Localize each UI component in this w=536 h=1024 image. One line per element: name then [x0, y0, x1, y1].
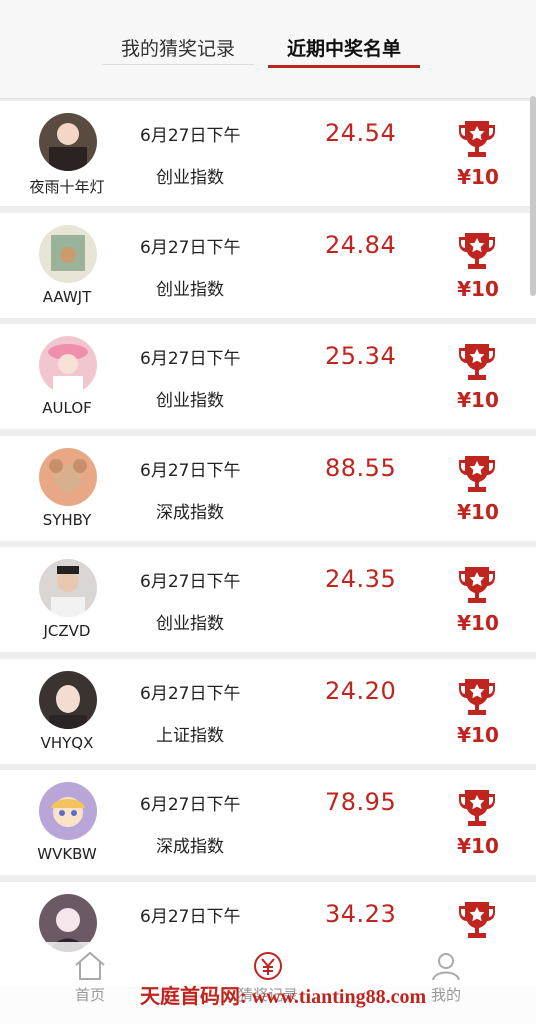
list-item[interactable]: VHYQX 6月27日下午 上证指数 24.20 ¥10: [0, 658, 536, 764]
index-label: 深成指数: [156, 502, 224, 523]
list-item[interactable]: 夜雨十年灯 6月27日下午 创业指数 24.54 ¥10: [0, 101, 536, 206]
avatar: [39, 782, 97, 840]
tab-bar: 我的猜奖记录 近期中奖名单: [0, 0, 536, 99]
prize-amount: ¥10: [457, 722, 499, 747]
prize-amount: ¥10: [457, 165, 499, 189]
date-label: 6月27日下午: [140, 795, 241, 815]
prize-amount: ¥10: [457, 499, 499, 524]
score-value: 24.20: [325, 676, 397, 705]
avatar: [39, 447, 97, 506]
trophy-icon: [459, 232, 495, 269]
trophy-icon: [459, 790, 495, 826]
list-item[interactable]: AULOF 6月27日下午 创业指数 25.34 ¥10: [0, 324, 536, 429]
index-label: 创业指数: [156, 391, 224, 411]
tab-my-records[interactable]: 我的猜奖记录: [102, 34, 254, 65]
avatar: [39, 336, 97, 394]
date-label: 6月27日下午: [140, 572, 241, 592]
score-value: 24.54: [325, 119, 397, 147]
prize-amount: ¥10: [457, 276, 499, 301]
nav-mine-label: 我的: [430, 986, 461, 1004]
trophy-icon: [459, 901, 495, 938]
list-item[interactable]: SYHBY 6月27日下午 深成指数 88.55 ¥10: [0, 435, 536, 541]
nav-home-label: 首页: [74, 986, 105, 1004]
index-label: 创业指数: [156, 168, 224, 188]
user-name: JCZVD: [43, 622, 91, 640]
score-value: 25.34: [325, 342, 397, 370]
prize-amount: ¥10: [457, 834, 499, 858]
prize-amount: ¥10: [457, 611, 499, 635]
user-name: WVKBW: [37, 845, 97, 863]
index-label: 创业指数: [156, 279, 224, 300]
index-label: 上证指数: [156, 725, 224, 746]
score-value: 88.55: [325, 453, 397, 482]
list-item[interactable]: WVKBW 6月27日下午 深成指数 78.95 ¥10: [0, 770, 536, 875]
home-icon: [75, 951, 105, 980]
nav-home[interactable]: 首页: [50, 950, 130, 1005]
score-value: 34.23: [325, 899, 397, 928]
person-icon: [432, 953, 460, 981]
user-name: SYHBY: [42, 510, 92, 529]
list-item[interactable]: JCZVD 6月27日下午 创业指数 24.35 ¥10: [0, 547, 536, 652]
date-label: 6月27日下午: [140, 237, 241, 258]
score-value: 78.95: [325, 788, 397, 816]
avatar: [39, 224, 97, 283]
user-name: VHYQX: [40, 733, 94, 752]
yuan-icon: [254, 952, 282, 980]
score-value: 24.84: [325, 230, 397, 259]
user-name: 夜雨十年灯: [29, 178, 105, 196]
trophy-icon: [459, 455, 495, 492]
winners-list: 夜雨十年灯 6月27日下午 创业指数 24.54 ¥10 AAWJT 6月27日…: [0, 101, 536, 993]
index-label: 创业指数: [156, 614, 224, 634]
tab-winners[interactable]: 近期中奖名单: [268, 34, 420, 68]
trophy-icon: [459, 567, 495, 603]
date-label: 6月27日下午: [140, 906, 241, 927]
trophy-icon: [459, 121, 495, 157]
trophy-icon: [459, 344, 495, 380]
index-label: 深成指数: [156, 837, 224, 857]
user-name: AAWJT: [42, 287, 92, 306]
date-label: 6月27日下午: [140, 460, 241, 481]
date-label: 6月27日下午: [140, 349, 241, 369]
avatar: [39, 670, 97, 729]
scrollbar[interactable]: [530, 96, 536, 296]
date-label: 6月27日下午: [140, 683, 241, 704]
prize-amount: ¥10: [457, 388, 499, 412]
trophy-icon: [459, 678, 495, 715]
date-label: 6月27日下午: [140, 126, 241, 146]
avatar: [39, 113, 97, 171]
list-item[interactable]: AAWJT 6月27日下午 创业指数 24.84 ¥10: [0, 212, 536, 318]
score-value: 24.35: [325, 565, 397, 593]
watermark-text: 天庭首码网: www.tianting88.com: [140, 986, 427, 1008]
avatar: [39, 559, 97, 617]
user-name: AULOF: [42, 399, 92, 417]
